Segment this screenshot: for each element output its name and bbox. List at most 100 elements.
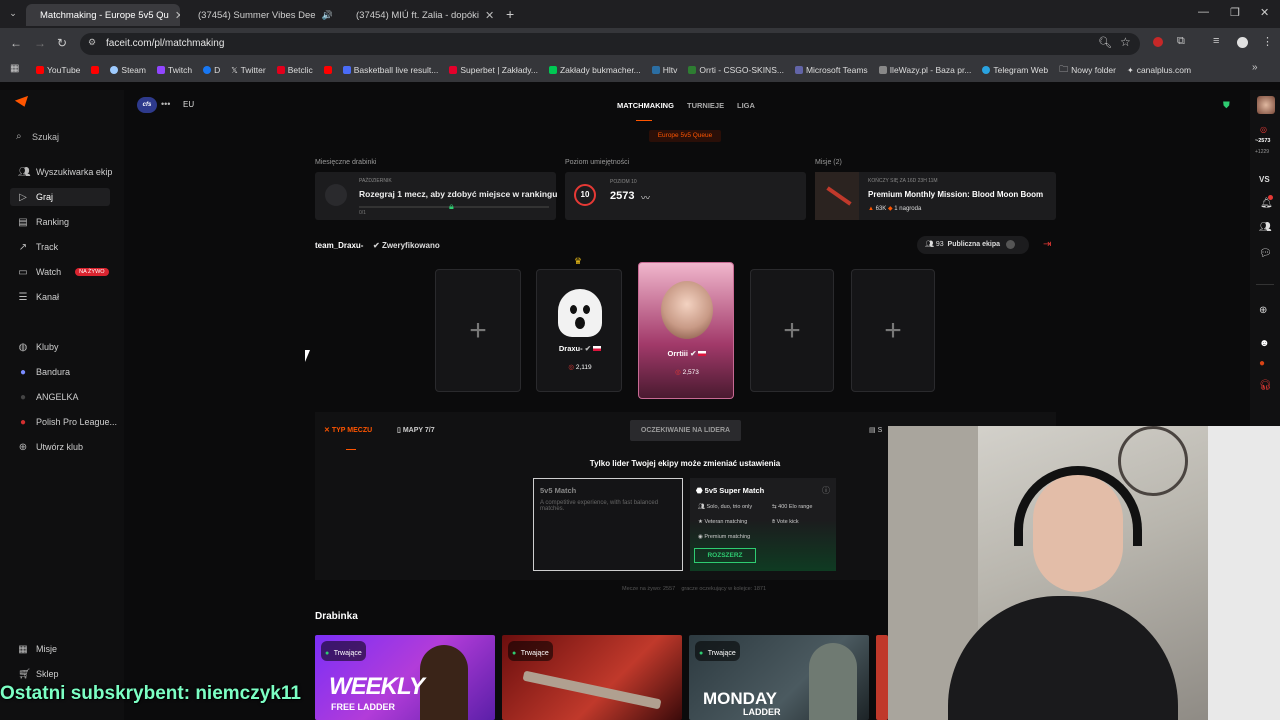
sidebar-item-club[interactable]: ● Polish Pro League... bbox=[18, 413, 117, 431]
bookmark[interactable]: D bbox=[203, 65, 220, 75]
empty-slot[interactable]: + bbox=[851, 269, 935, 392]
back-icon[interactable]: ← bbox=[10, 36, 22, 50]
server-icon: ▤ bbox=[869, 427, 876, 434]
match-option-card[interactable]: 5v5 Match A competitive experience, with… bbox=[533, 478, 683, 571]
tab-tournaments[interactable]: TURNIEJE bbox=[687, 101, 724, 110]
ladder-card[interactable]: ● Trwające WEEKLY FREE LADDER bbox=[315, 635, 495, 720]
extension-icon[interactable] bbox=[1153, 37, 1163, 47]
tab-list-chevron-icon[interactable]: ⌄ bbox=[6, 8, 20, 19]
bookmark[interactable]: Telegram Web bbox=[982, 65, 1048, 75]
bookmark[interactable]: Zakłady bukmacher... bbox=[548, 65, 641, 75]
bookmark[interactable] bbox=[323, 66, 332, 74]
browser-tab[interactable]: (37454) MIÚ ft. Zalia - dopóki ✕ bbox=[342, 4, 496, 26]
sidebar-item-missions[interactable]: ▦ Misje bbox=[18, 640, 57, 658]
bookmark[interactable]: ✦ canalplus.com bbox=[1127, 65, 1191, 75]
tab-league[interactable]: LIGA bbox=[737, 101, 755, 110]
profile-avatar[interactable] bbox=[1237, 37, 1248, 48]
sidebar-item-clubs[interactable]: ◍ Kluby bbox=[18, 338, 59, 356]
mission-card[interactable]: KOŃCZY SIĘ ZA 16D 23H 11M Premium Monthl… bbox=[815, 172, 1056, 220]
bookmark[interactable]: Twitch bbox=[156, 65, 192, 75]
add-circle-icon[interactable]: ⊕ bbox=[1259, 305, 1267, 316]
bookmark[interactable]: Steam bbox=[110, 65, 146, 75]
bookmark[interactable]: Superbet | Zakłady... bbox=[449, 65, 538, 75]
bookmark[interactable]: Microsoft Teams bbox=[794, 65, 868, 75]
media-icon[interactable]: ≡ bbox=[1213, 35, 1219, 47]
server-settings-tab[interactable]: ▤ S bbox=[869, 426, 882, 434]
ladder-card[interactable]: ● Trwające bbox=[502, 635, 682, 720]
browser-tab[interactable]: (37454) Summer Vibes Dee 🔊 ✕ bbox=[184, 4, 338, 26]
expand-button[interactable]: ROZSZERZ bbox=[694, 548, 756, 563]
browser-tab[interactable]: Matchmaking - Europe 5v5 Qu ✕ bbox=[26, 4, 180, 26]
sidebar-item-watch[interactable]: ▭ Watch NA ŻYWO bbox=[18, 263, 109, 281]
close-tab-icon[interactable]: ✕ bbox=[175, 9, 180, 22]
sidebar-item-track[interactable]: ↗ Track bbox=[18, 238, 58, 256]
bookmark-label: IleWazy.pl - Baza pr... bbox=[889, 65, 972, 75]
superbet-icon bbox=[449, 66, 458, 74]
ladder-card[interactable]: ● Trwające MONDAY LADDER bbox=[689, 635, 869, 720]
minimize-icon[interactable]: — bbox=[1198, 6, 1209, 18]
friend-avatar-icon[interactable]: ● bbox=[1259, 358, 1265, 369]
forward-icon[interactable]: → bbox=[34, 36, 46, 50]
bookmark[interactable]: Basketball live result... bbox=[342, 65, 438, 75]
maximize-icon[interactable]: ❐ bbox=[1230, 6, 1240, 19]
headset-icon[interactable]: 🎧︎ bbox=[1259, 380, 1272, 391]
search-input[interactable]: Szukaj bbox=[32, 132, 110, 142]
bookmark[interactable]: Hltv bbox=[651, 65, 677, 75]
queue-badge[interactable]: Europe 5v5 Queue bbox=[649, 130, 721, 142]
mission-weapon-image bbox=[815, 172, 859, 220]
friends-icon[interactable]: 👥︎ bbox=[1259, 222, 1272, 233]
reload-icon[interactable]: ↻ bbox=[57, 36, 67, 50]
more-bookmarks-icon[interactable]: » bbox=[1252, 62, 1258, 73]
sidebar-item-shop[interactable]: 🛒︎ Sklep bbox=[18, 665, 59, 683]
user-avatar[interactable] bbox=[1257, 96, 1275, 114]
waiting-for-leader-button[interactable]: OCZEKIWANIE NA LIDERA bbox=[630, 420, 741, 441]
more-icon[interactable]: ••• bbox=[161, 99, 170, 109]
bookmark[interactable]: 🗀 Nowy folder bbox=[1059, 62, 1116, 78]
close-window-icon[interactable]: ✕ bbox=[1260, 6, 1269, 19]
close-tab-icon[interactable]: ✕ bbox=[485, 9, 494, 22]
skill-card[interactable]: 10 POZIOM 10 2573 〰 bbox=[565, 172, 806, 220]
site-info-icon[interactable]: ⚙ bbox=[88, 37, 96, 48]
info-icon[interactable]: ⓘ bbox=[822, 485, 830, 496]
org-logo-icon[interactable]: cfs bbox=[137, 97, 157, 113]
chat-icon[interactable]: 💬︎ bbox=[1259, 248, 1272, 259]
tab-match-type[interactable]: ✕ TYP MECZU bbox=[324, 426, 372, 434]
zoom-icon[interactable]: 🔍︎ bbox=[1098, 36, 1112, 49]
vs-button[interactable]: VS bbox=[1259, 175, 1270, 184]
speaker-icon[interactable]: 🔊 bbox=[322, 10, 333, 21]
sidebar-item-club[interactable]: ● Bandura bbox=[18, 363, 70, 381]
sidebar-item-ranking[interactable]: ▤ Ranking bbox=[18, 213, 69, 231]
bookmark[interactable]: 𝕏 Twitter bbox=[231, 65, 265, 75]
page-icon bbox=[878, 66, 887, 74]
party-member-card[interactable]: Draxu- ✔ ◎ 2,119 bbox=[536, 269, 622, 392]
ladder-card[interactable] bbox=[876, 635, 888, 720]
apps-grid-icon[interactable]: ▦ bbox=[10, 63, 19, 74]
bookmark[interactable]: IleWazy.pl - Baza pr... bbox=[878, 65, 972, 75]
sidebar-item-club[interactable]: ● ANGELKA bbox=[18, 388, 79, 406]
sidebar-item-team-finder[interactable]: 👥︎ Wyszukiwarka ekip bbox=[18, 163, 112, 181]
ghost-avatar-icon[interactable]: ☻ bbox=[1259, 338, 1270, 349]
empty-slot[interactable]: + bbox=[750, 269, 834, 392]
menu-kebab-icon[interactable]: ⋮ bbox=[1262, 35, 1273, 48]
create-club-button[interactable]: ⊕ Utwórz klub bbox=[18, 438, 83, 456]
super-match-option-card[interactable]: ⬣ 5v5 Super Match ⓘ 👥︎ Solo, duo, trio o… bbox=[690, 478, 836, 571]
ladder-card[interactable]: PAŹDZIERNIK Rozegraj 1 mecz, aby zdobyć … bbox=[315, 172, 557, 220]
bookmark-star-icon[interactable]: ☆ bbox=[1120, 35, 1131, 49]
party-member-card[interactable]: Orrtiii ✔ ◎ 2,573 bbox=[638, 262, 734, 399]
bookmark[interactable]: Orrti - CSGO-SKINS... bbox=[688, 65, 784, 75]
bookmark[interactable] bbox=[91, 66, 100, 74]
sidebar-item-play[interactable]: ▷ Graj bbox=[10, 188, 110, 206]
verified-icon: ✔ bbox=[373, 241, 380, 250]
bookmark[interactable]: YouTube bbox=[36, 65, 80, 75]
tab-maps[interactable]: ▯ MAPY 7/7 bbox=[397, 426, 435, 434]
leave-party-icon[interactable]: ⇥ bbox=[1043, 239, 1051, 250]
bookmark[interactable]: Betclic bbox=[276, 65, 313, 75]
tab-matchmaking[interactable]: MATCHMAKING bbox=[617, 101, 674, 110]
new-tab-button[interactable]: + bbox=[506, 6, 514, 22]
region-label[interactable]: EU bbox=[183, 100, 194, 109]
empty-slot[interactable]: + bbox=[435, 269, 521, 392]
sidebar-item-feed[interactable]: ☰ Kanał bbox=[18, 288, 60, 306]
address-bar[interactable]: faceit.com/pl/matchmaking bbox=[80, 33, 1140, 55]
extensions-puzzle-icon[interactable]: ⧉ bbox=[1177, 35, 1185, 48]
party-visibility-toggle[interactable]: 👥︎ 93 Publiczna ekipa bbox=[917, 236, 1029, 254]
